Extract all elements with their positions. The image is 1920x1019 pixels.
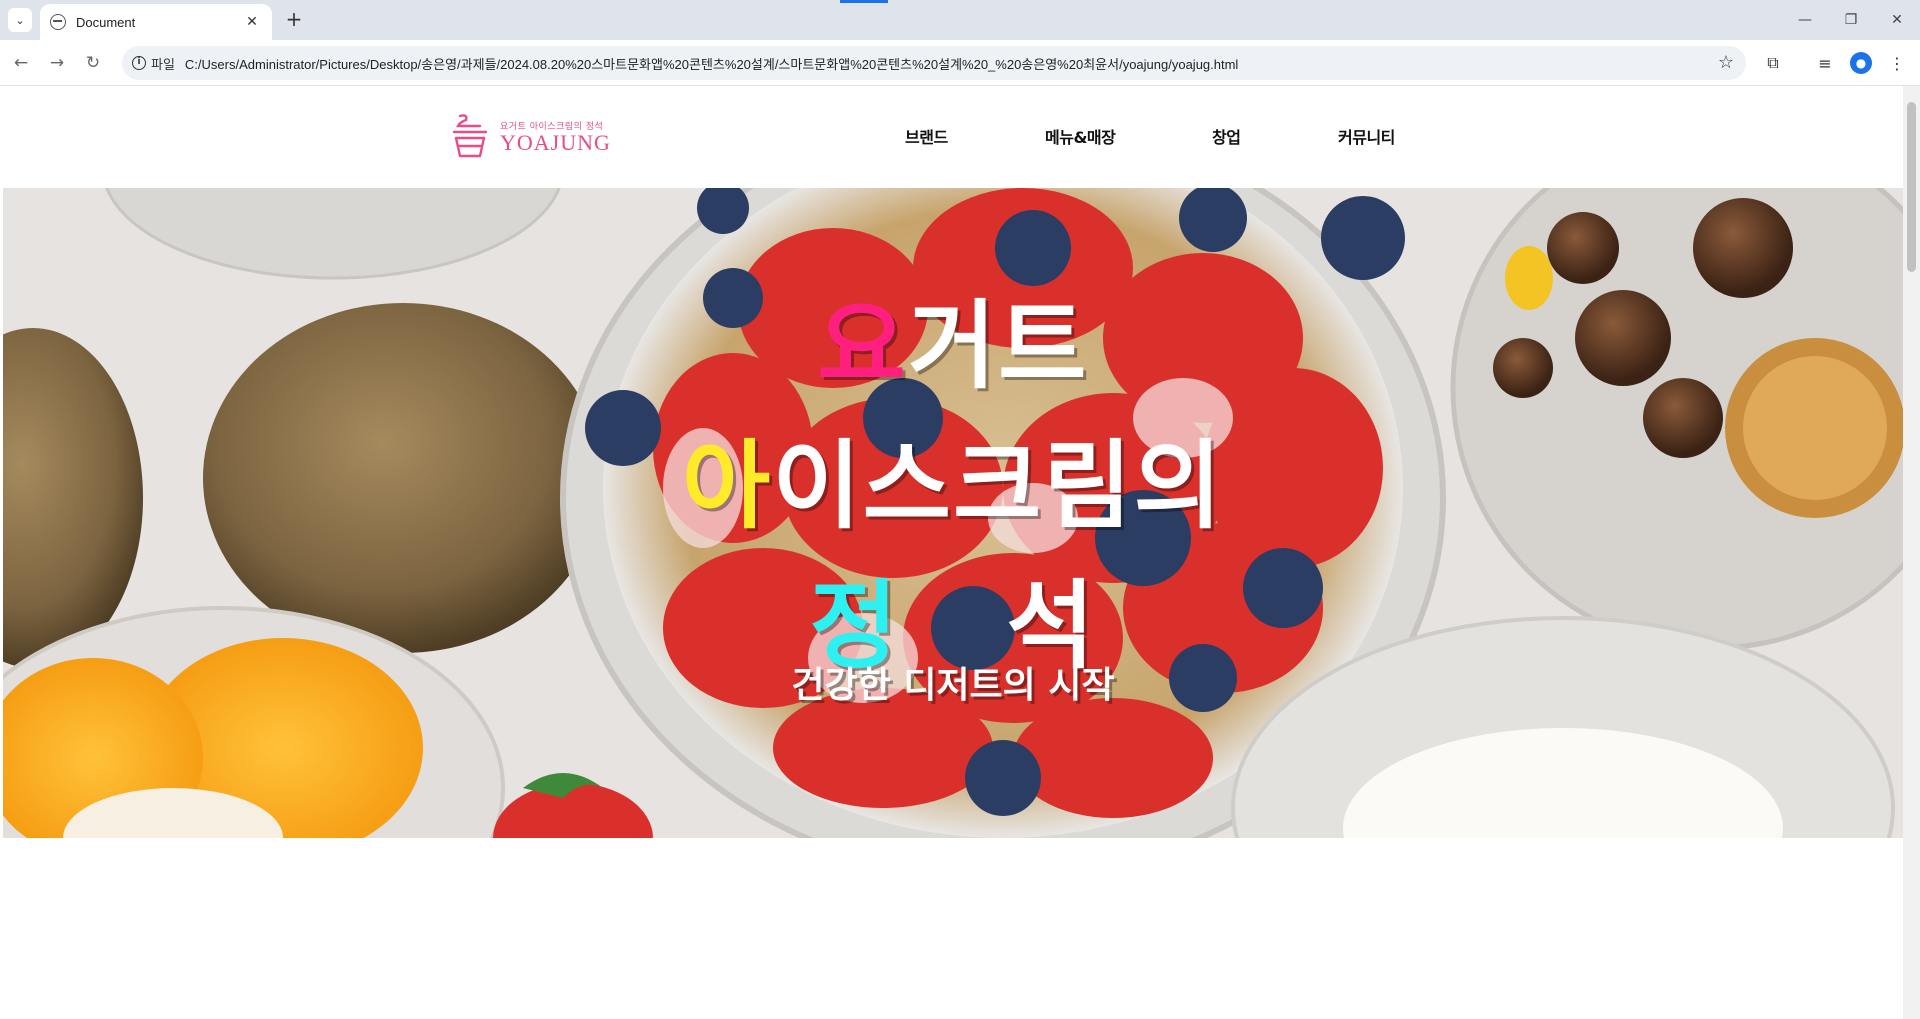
page-viewport: 요거트 아이스크림의 정석 YOAJUNG 브랜드 메뉴&매장 창업 커뮤니티: [0, 86, 1920, 1019]
forward-button[interactable]: →: [42, 48, 72, 78]
site-header: 요거트 아이스크림의 정석 YOAJUNG 브랜드 메뉴&매장 창업 커뮤니티: [0, 86, 1903, 188]
nav-item-brand[interactable]: 브랜드: [905, 124, 948, 148]
globe-icon: [50, 14, 66, 30]
tab-accent-bar: [840, 0, 888, 3]
bookmark-star-icon[interactable]: ☆: [1718, 52, 1734, 73]
restore-button[interactable]: ❐: [1828, 0, 1874, 40]
extensions-icon[interactable]: ⧉: [1760, 50, 1786, 76]
back-button[interactable]: ←: [6, 48, 36, 78]
info-icon[interactable]: i: [132, 56, 146, 70]
profile-avatar[interactable]: ●: [1848, 50, 1874, 76]
nav-item-franchise[interactable]: 창업: [1212, 124, 1241, 148]
site-logo[interactable]: 요거트 아이스크림의 정석 YOAJUNG: [450, 112, 611, 160]
browser-tab[interactable]: Document ✕: [40, 4, 272, 40]
close-window-button[interactable]: ✕: [1874, 0, 1920, 40]
hero-accent-a: 아: [682, 430, 773, 542]
address-bar[interactable]: i 파일 C:/Users/Administrator/Pictures/Des…: [122, 46, 1746, 80]
menu-kebab-icon[interactable]: ⋮: [1884, 50, 1910, 76]
hero-line2-rest: 이스크림의: [772, 430, 1224, 542]
minimize-button[interactable]: —: [1782, 0, 1828, 40]
nav-item-community[interactable]: 커뮤니티: [1338, 124, 1395, 148]
scheme-label: 파일: [151, 57, 175, 73]
yogurt-cup-icon: [452, 114, 488, 158]
hero-subtitle: 건강한 디저트의 시작: [791, 665, 1115, 706]
browser-toolbar: ← → ↻ i 파일 C:/Users/Administrator/Pictur…: [0, 40, 1920, 86]
browser-tab-strip: ⌄ Document ✕ + — ❐ ✕: [0, 0, 1920, 40]
hero-accent-yo: 요: [817, 290, 908, 402]
hero-line-yogurt: 요거트: [3, 268, 1903, 407]
nav-item-menu-store[interactable]: 메뉴&매장: [1045, 124, 1116, 148]
hero-line1-rest: 거트: [907, 290, 1089, 402]
new-tab-button[interactable]: +: [282, 8, 306, 32]
tab-title: Document: [76, 14, 136, 30]
reload-button[interactable]: ↻: [78, 48, 108, 78]
url-text[interactable]: C:/Users/Administrator/Pictures/Desktop/…: [185, 54, 1238, 73]
hero-line-icecream: 아이스크림의: [3, 408, 1903, 547]
close-tab-icon[interactable]: ✕: [242, 14, 262, 30]
logo-name: YOAJUNG: [500, 129, 611, 155]
scrollbar-thumb[interactable]: [1907, 102, 1916, 272]
page-scrollbar[interactable]: [1903, 86, 1920, 1019]
tab-search-icon[interactable]: ⌄: [8, 8, 32, 32]
media-control-icon[interactable]: ≡: [1812, 50, 1838, 76]
hero-banner: 요거트 아이스크림의 정 석 건강한 디저트의 시작: [3, 188, 1903, 838]
